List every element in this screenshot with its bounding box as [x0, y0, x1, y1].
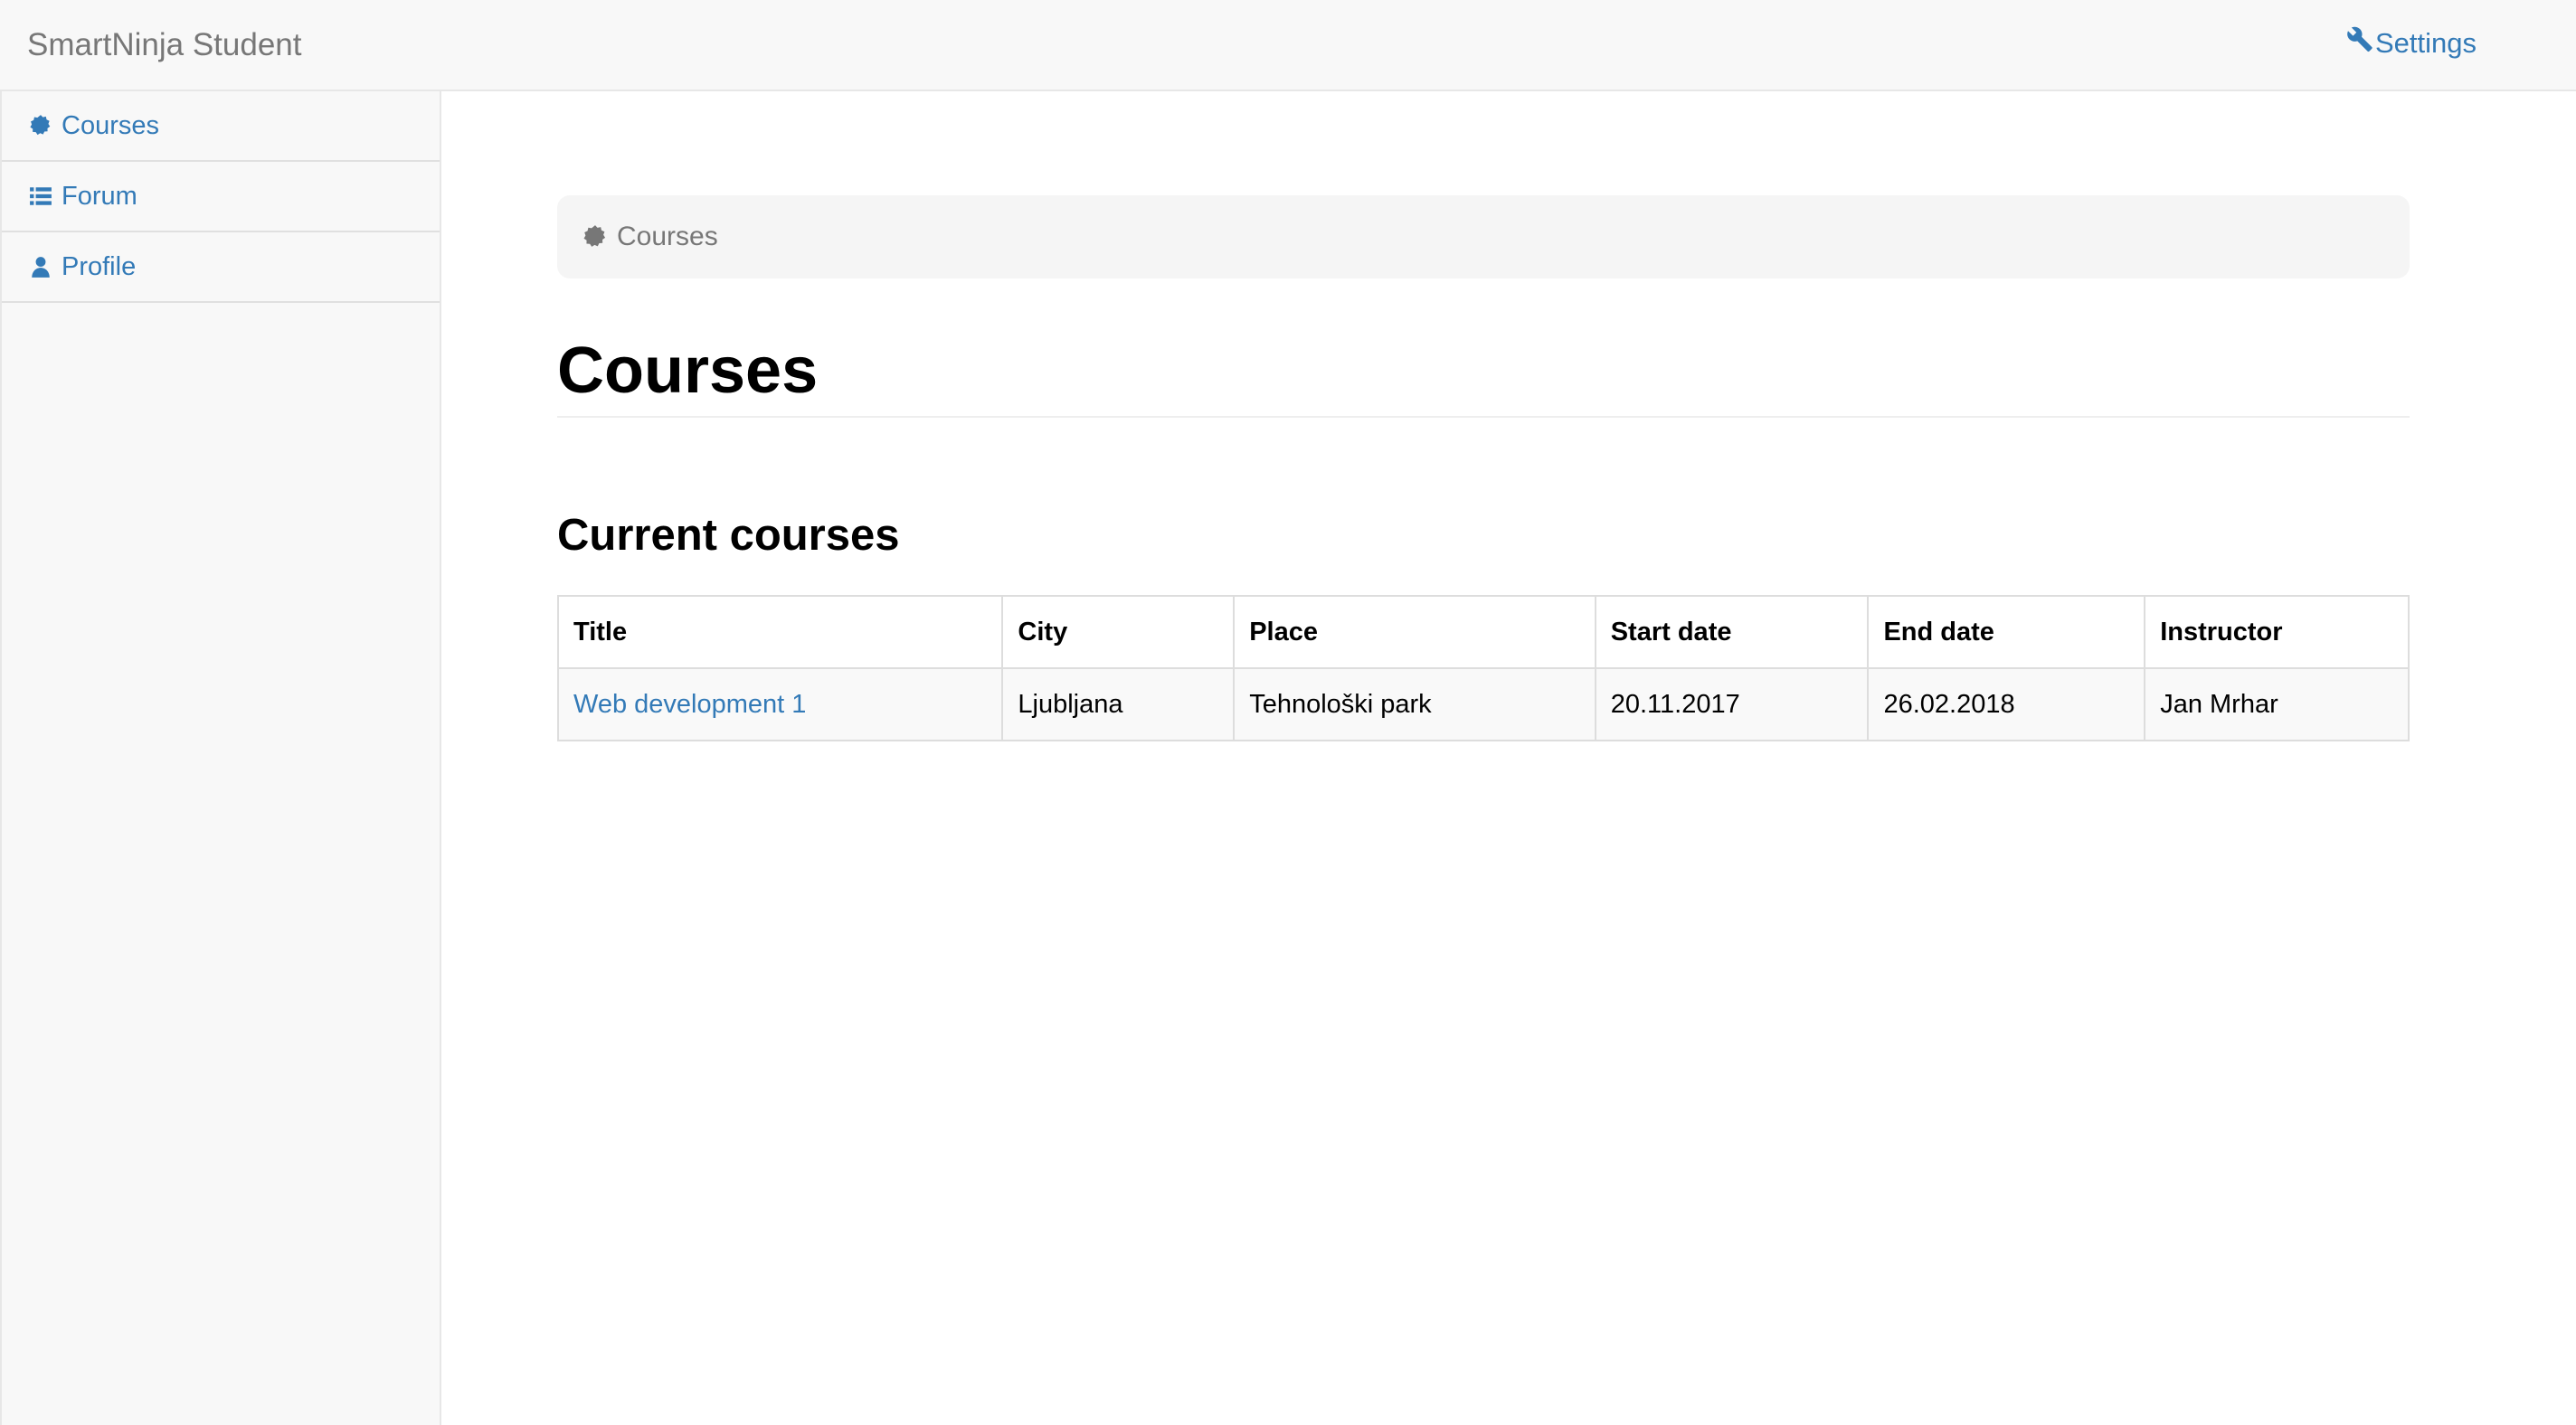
brand-title[interactable]: SmartNinja Student: [27, 25, 301, 65]
sidebar: Courses Forum Profile: [0, 91, 441, 1425]
cell-instructor: Jan Mrhar: [2144, 667, 2410, 741]
user-icon: [32, 257, 50, 278]
cell-end-date: 26.02.2018: [1867, 667, 2146, 741]
breadcrumb-item: Courses: [617, 222, 718, 251]
sidebar-item-courses[interactable]: Courses: [2, 91, 440, 162]
cell-title: Web development 1: [556, 667, 1004, 741]
table-row: Web development 1 Ljubljana Tehnološki p…: [556, 667, 2410, 741]
sidebar-item-label: Courses: [62, 110, 159, 140]
column-header-title: Title: [556, 595, 1004, 669]
wrench-icon: [2346, 25, 2373, 61]
cell-city: Ljubljana: [1001, 667, 1236, 741]
section-title: Current courses: [557, 511, 900, 560]
sidebar-item-forum[interactable]: Forum: [2, 162, 440, 232]
column-header-end-date: End date: [1867, 595, 2146, 669]
column-header-place: Place: [1233, 595, 1596, 669]
sidebar-item-label: Profile: [62, 251, 137, 281]
column-header-city: City: [1001, 595, 1236, 669]
courses-table: Title City Place Start date End date Ins…: [556, 595, 2410, 741]
certificate-icon: [583, 225, 606, 247]
table-header-row: Title City Place Start date End date Ins…: [556, 595, 2410, 669]
sidebar-item-profile[interactable]: Profile: [2, 232, 440, 303]
sidebar-item-label: Forum: [62, 181, 137, 211]
course-title-link[interactable]: Web development 1: [573, 690, 806, 719]
cell-start-date: 20.11.2017: [1594, 667, 1870, 741]
settings-label: Settings: [2374, 27, 2477, 59]
column-header-instructor: Instructor: [2144, 595, 2410, 669]
settings-link[interactable]: Settings: [2346, 25, 2477, 61]
main-content: Courses Courses Current courses Title Ci…: [556, 91, 2410, 741]
cell-place: Tehnološki park: [1233, 667, 1596, 741]
page-title: Courses: [557, 333, 2410, 418]
breadcrumb: Courses: [557, 195, 2410, 278]
certificate-icon: [30, 115, 51, 136]
top-navbar: SmartNinja Student Settings: [0, 0, 2576, 91]
list-icon: [30, 187, 52, 205]
column-header-start-date: Start date: [1594, 595, 1870, 669]
